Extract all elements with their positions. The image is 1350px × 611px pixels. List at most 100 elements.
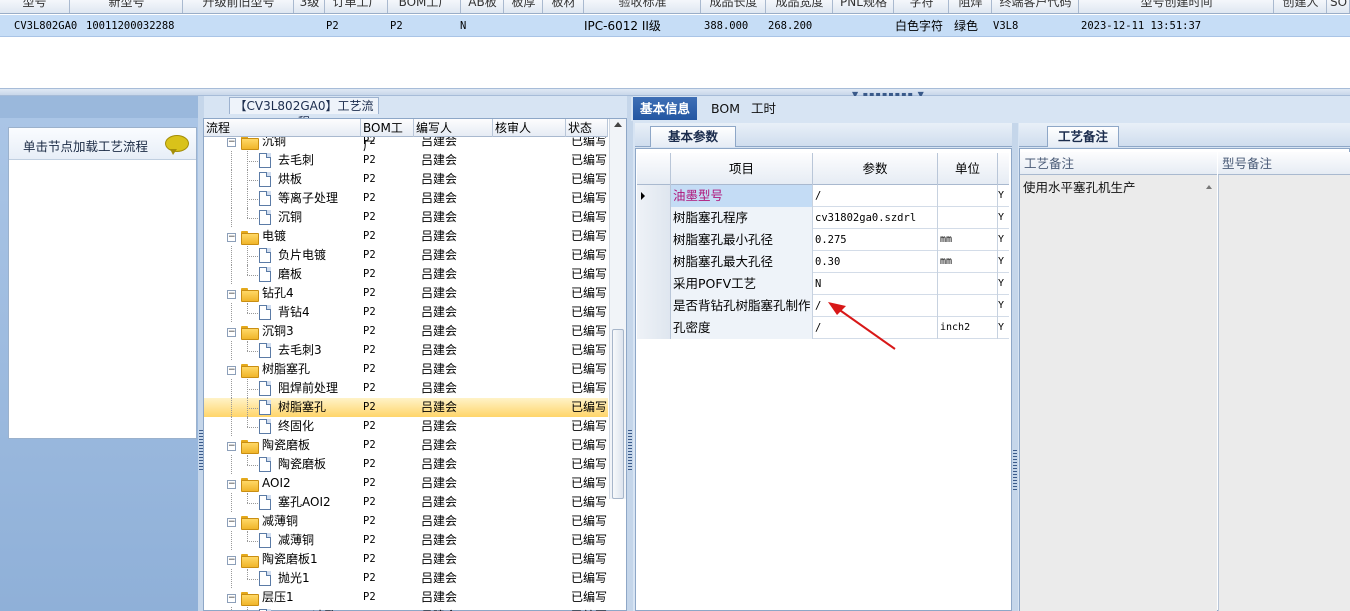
collapse-toggle-icon[interactable]: − — [227, 480, 236, 489]
order-col-header[interactable]: 3级 — [295, 0, 325, 13]
collapse-toggle-icon[interactable]: − — [227, 442, 236, 451]
order-cell[interactable]: CV3L802GA0 — [14, 15, 77, 37]
tree-row[interactable]: 抛光1 P2 吕建会 已编写 — [204, 569, 608, 588]
tab-process-notes[interactable]: 工艺备注 — [1047, 126, 1119, 147]
order-col-header[interactable]: 板材 — [544, 0, 584, 13]
tree-col-header[interactable]: 核审人 — [493, 119, 566, 137]
tree-row[interactable]: 终固化 P2 吕建会 已编写 — [204, 417, 608, 436]
row-header[interactable] — [637, 295, 671, 317]
tree-node-label[interactable]: 负片电镀 — [278, 246, 326, 265]
row-header[interactable] — [637, 207, 671, 229]
tree-node-label[interactable]: 电镀 — [262, 227, 286, 246]
order-cell[interactable]: 白色字符 — [895, 15, 943, 37]
tree-row[interactable]: 去毛刺 P2 吕建会 已编写 — [204, 151, 608, 170]
row-header[interactable] — [637, 273, 671, 295]
tree-node-label[interactable]: 磨板 — [278, 265, 302, 284]
param-row[interactable]: 采用POFV工艺 N Y — [637, 273, 1009, 295]
order-cell[interactable]: IPC-6012 II级 — [584, 15, 661, 37]
tree-node-label[interactable]: 烘板 — [278, 170, 302, 189]
note-scroll-up-icon[interactable] — [1206, 185, 1212, 189]
tree-row[interactable]: 阻焊前处理 P2 吕建会 已编写 — [204, 379, 608, 398]
tree-col-header[interactable]: 状态 — [566, 119, 608, 137]
order-col-header[interactable]: 订单工厂 — [326, 0, 388, 13]
tree-node-label[interactable]: 树脂塞孔 — [278, 398, 326, 417]
tree-node-label[interactable]: 钻孔4 — [262, 284, 294, 303]
tree-node-label[interactable]: 沉铜 — [262, 137, 286, 151]
tree-node-label[interactable]: 终固化 — [278, 417, 314, 436]
tree-node-label[interactable]: 减薄铜 — [262, 512, 298, 531]
row-header[interactable] — [637, 317, 671, 339]
tree-row[interactable]: 去毛刺3 P2 吕建会 已编写 — [204, 341, 608, 360]
tree-row[interactable]: 陶瓷磨板 P2 吕建会 已编写 — [204, 455, 608, 474]
tree-row[interactable]: − 层压1 P2 吕建会 已编写 — [204, 588, 608, 607]
tree-col-header[interactable]: BOM工厂 — [361, 119, 414, 153]
tree-row[interactable]: 塞孔AOI2 P2 吕建会 已编写 — [204, 493, 608, 512]
tree-node-label[interactable]: 陶瓷磨板1 — [262, 550, 318, 569]
order-cell[interactable]: 2023-12-11 13:51:37 — [1081, 15, 1201, 37]
order-col-header[interactable]: 阻焊 — [950, 0, 992, 13]
row-header[interactable] — [637, 251, 671, 273]
tree-node-label[interactable]: 层压1 — [262, 588, 294, 607]
scroll-thumb[interactable] — [612, 329, 624, 499]
param-unit-cell[interactable] — [938, 207, 998, 229]
row-header[interactable] — [637, 229, 671, 251]
order-col-header[interactable]: 字符 — [895, 0, 949, 13]
param-row[interactable]: 树脂塞孔最小孔径 0.275 mm Y — [637, 229, 1009, 251]
horizontal-splitter[interactable]: ▼ ▪▪▪▪▪▪▪▪ ▼ — [0, 88, 1350, 99]
param-unit-cell[interactable]: mm — [938, 229, 998, 251]
order-cell[interactable]: V3L8 — [993, 15, 1018, 37]
tree-row[interactable]: − 减薄铜 P2 吕建会 已编写 — [204, 512, 608, 531]
tree-row[interactable]: − 树脂塞孔 P2 吕建会 已编写 — [204, 360, 608, 379]
order-cell[interactable]: 388.000 — [704, 15, 748, 37]
collapse-toggle-icon[interactable]: − — [227, 290, 236, 299]
tree-node-label[interactable]: 树脂塞孔 — [262, 360, 310, 379]
tree-row[interactable]: − AOI2 P2 吕建会 已编写 — [204, 474, 608, 493]
collapse-toggle-icon[interactable]: − — [227, 366, 236, 375]
tree-node-label[interactable]: 背钻4 — [278, 303, 310, 322]
subtab-basic-params[interactable]: 基本参数 — [650, 126, 736, 147]
param-row[interactable]: 孔密度 / inch2 Y — [637, 317, 1009, 339]
tree-node-label[interactable]: 去毛刺3 — [278, 341, 322, 360]
order-col-header[interactable]: 创建人 — [1275, 0, 1327, 13]
tree-row[interactable]: − 钻孔4 P2 吕建会 已编写 — [204, 284, 608, 303]
current-row-indicator-icon[interactable] — [637, 185, 671, 207]
order-col-header[interactable]: SO — [1328, 0, 1350, 13]
order-cell[interactable]: P2 — [326, 15, 339, 37]
order-col-header[interactable]: 升级前旧型号 — [184, 0, 294, 13]
tab-work-hours[interactable]: 工时 — [744, 97, 783, 120]
model-note-field[interactable] — [1218, 152, 1350, 611]
process-note-field[interactable] — [1020, 152, 1217, 611]
order-col-header[interactable]: 型号 — [0, 0, 70, 13]
param-unit-cell[interactable]: inch2 — [938, 317, 998, 339]
order-cell[interactable]: 10011200032288 — [86, 15, 175, 37]
order-cell[interactable]: 绿色 — [954, 15, 978, 37]
tree-node-label[interactable]: 抛光1 — [278, 569, 310, 588]
tree-row[interactable]: 负片电镀 P2 吕建会 已编写 — [204, 246, 608, 265]
param-unit-cell[interactable] — [938, 185, 998, 207]
tree-row[interactable]: X-Ray冲孔1 P2 吕建会 已编写 — [204, 607, 608, 611]
param-unit-cell[interactable]: mm — [938, 251, 998, 273]
tree-vertical-scrollbar[interactable] — [609, 119, 626, 499]
order-col-header[interactable]: PNL规格 — [834, 0, 894, 13]
param-value-cell[interactable]: cv31802ga0.szdrl — [813, 207, 938, 229]
tree-row[interactable]: 减薄铜 P2 吕建会 已编写 — [204, 531, 608, 550]
tree-col-header[interactable]: 编写人 — [414, 119, 493, 137]
tree-row[interactable]: − 陶瓷磨板1 P2 吕建会 已编写 — [204, 550, 608, 569]
middle-splitter-grip-icon[interactable] — [628, 430, 632, 470]
collapse-toggle-icon[interactable]: − — [227, 328, 236, 337]
tab-bom[interactable]: BOM — [704, 97, 747, 120]
param-unit-cell[interactable] — [938, 295, 998, 317]
tree-node-label[interactable]: 等离子处理 — [278, 189, 338, 208]
tree-node-label[interactable]: 阻焊前处理 — [278, 379, 338, 398]
tree-node-label[interactable]: 陶瓷磨板 — [278, 455, 326, 474]
tree-row[interactable]: 沉铜 P2 吕建会 已编写 — [204, 208, 608, 227]
tree-node-label[interactable]: 减薄铜 — [278, 531, 314, 550]
order-cell[interactable]: 268.200 — [768, 15, 812, 37]
col-unit-header[interactable]: 单位 — [938, 153, 998, 185]
tree-row[interactable]: − 电镀 P2 吕建会 已编写 — [204, 227, 608, 246]
collapse-toggle-icon[interactable]: − — [227, 233, 236, 242]
order-cell[interactable]: P2 — [390, 15, 403, 37]
tree-node-label[interactable]: 去毛刺 — [278, 151, 314, 170]
tab-basic-info[interactable]: 基本信息 — [633, 97, 698, 120]
tree-row[interactable]: 磨板 P2 吕建会 已编写 — [204, 265, 608, 284]
